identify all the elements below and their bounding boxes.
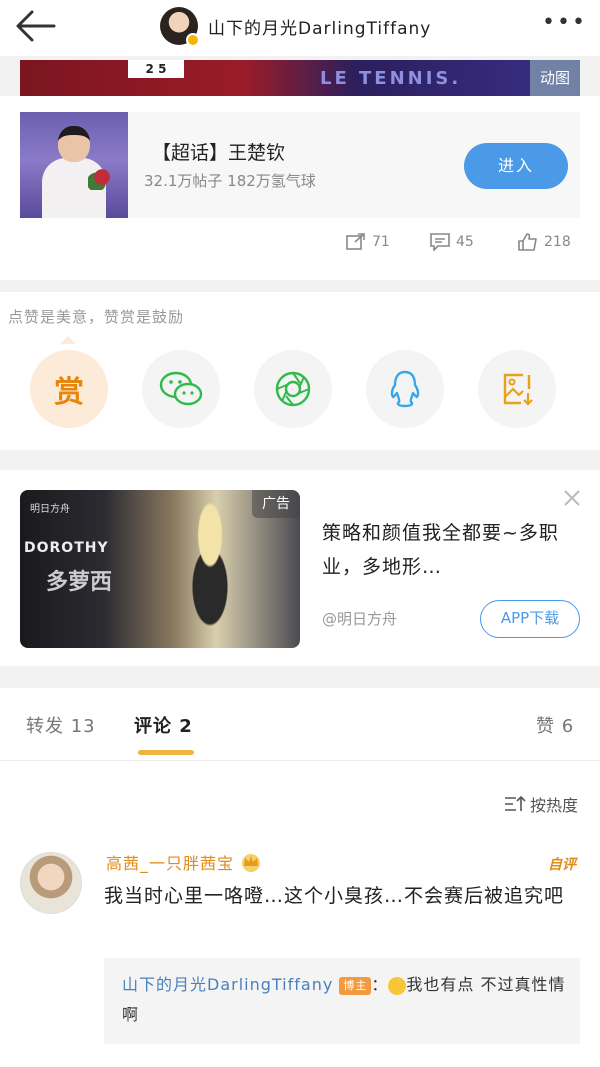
reply-username[interactable]: 山下的月光DarlingTiffany <box>122 975 333 994</box>
topic-thumbnail <box>20 112 128 218</box>
app-download-button[interactable]: APP下载 <box>480 600 580 638</box>
ad-source[interactable]: @明日方舟 <box>322 608 397 629</box>
repost-action[interactable]: 71 <box>346 233 390 251</box>
qq-icon <box>390 370 420 408</box>
save-image-button[interactable] <box>478 350 556 428</box>
emoji-icon <box>388 976 407 995</box>
banner-text: LE TENNIS. <box>320 68 462 89</box>
save-image-icon <box>503 373 533 406</box>
banner-score: 2 5 <box>128 60 184 78</box>
repost-icon <box>346 233 365 250</box>
topic-title: 【超话】王楚钦 <box>152 142 286 164</box>
sort-label: 按热度 <box>529 796 578 815</box>
ad-character-art <box>170 500 250 640</box>
reward-caret <box>60 336 76 344</box>
share-wechat-button[interactable] <box>142 350 220 428</box>
reply-box[interactable]: 山下的月光DarlingTiffany 博主：我也有点 不过真性情啊 <box>104 958 580 1044</box>
top-bar: 山下的月光DarlingTiffany ••• <box>0 0 600 56</box>
commenter-name[interactable]: 高茜_一只胖茜宝 <box>106 850 262 874</box>
author-avatar[interactable] <box>160 7 200 47</box>
commenter-name-text[interactable]: 高茜_一只胖茜宝 <box>106 850 234 874</box>
ad-text[interactable]: 策略和颜值我全都要~多职业，多地形… <box>322 516 562 584</box>
divider <box>0 760 600 761</box>
repost-count: 71 <box>372 234 390 250</box>
enter-topic-button[interactable]: 进入 <box>464 143 568 189</box>
super-topic-card[interactable]: 【超话】王楚钦 32.1万帖子 182万氢气球 进入 <box>20 112 580 218</box>
comment-text[interactable]: 我当时心里一咯噔…这个小臭孩…不会赛后被追究吧 <box>104 878 584 914</box>
ad-image[interactable]: 明日方舟 DOROTHY 多萝西 广告 <box>20 490 300 648</box>
like-count: 218 <box>544 234 571 250</box>
comment-count: 45 <box>456 234 474 250</box>
close-icon[interactable] <box>562 488 582 508</box>
tab-comment[interactable]: 评论 2 <box>134 712 193 738</box>
comment-icon <box>430 233 450 251</box>
reply-colon: ： <box>371 975 389 994</box>
reward-share-section: 点赞是美意，赞赏是鼓励 赏 <box>0 292 600 450</box>
ad-card[interactable]: 明日方舟 DOROTHY 多萝西 广告 策略和颜值我全都要~多职业，多地形… @… <box>0 470 600 666</box>
ad-tag: 广告 <box>252 490 300 518</box>
comment-action[interactable]: 45 <box>430 233 474 251</box>
author-name[interactable]: 山下的月光DarlingTiffany <box>208 14 431 39</box>
wechat-icon <box>159 371 203 406</box>
tab-repost[interactable]: 转发 13 <box>26 712 96 738</box>
sort-icon <box>504 795 526 811</box>
tab-like[interactable]: 赞 6 <box>536 712 574 738</box>
gif-badge: 动图 <box>530 60 580 96</box>
reward-button[interactable]: 赏 <box>30 350 108 428</box>
reward-hint: 点赞是美意，赞赏是鼓励 <box>8 308 185 326</box>
self-comment-badge: 自评 <box>548 857 576 873</box>
post-actions: 71 45 218 <box>0 228 600 262</box>
reward-icon: 赏 <box>54 375 84 410</box>
more-menu-icon[interactable]: ••• <box>542 10 585 40</box>
ad-game-logo: 明日方舟 <box>30 504 70 515</box>
like-action[interactable]: 218 <box>518 233 571 251</box>
commenter-avatar[interactable] <box>20 852 82 914</box>
thumbs-up-icon <box>518 233 537 251</box>
active-tab-indicator <box>138 750 194 755</box>
post-media-gif[interactable]: 2 5 LE TENNIS. 动图 <box>20 60 580 96</box>
blogger-badge: 博主 <box>339 976 372 995</box>
interaction-section: 转发 13 评论 2 赞 6 按热度 高茜_一只胖茜宝 自评 我当时心里一咯噔…… <box>0 688 600 1067</box>
topic-stats: 32.1万帖子 182万氢气球 <box>144 172 316 190</box>
share-moments-button[interactable] <box>254 350 332 428</box>
moments-icon <box>275 371 311 407</box>
crown-icon <box>242 854 261 872</box>
share-qq-button[interactable] <box>366 350 444 428</box>
post-author-header[interactable]: 山下的月光DarlingTiffany <box>160 6 431 47</box>
reply-content: 山下的月光DarlingTiffany 博主：我也有点 不过真性情啊 <box>122 970 572 1030</box>
sort-by-hot-button[interactable]: 按热度 <box>504 792 578 816</box>
verified-badge-icon <box>186 33 200 47</box>
ad-brand-title-cn: 多萝西 <box>46 570 113 595</box>
ad-brand-title: DOROTHY <box>24 540 109 556</box>
back-arrow-icon[interactable] <box>14 8 58 44</box>
